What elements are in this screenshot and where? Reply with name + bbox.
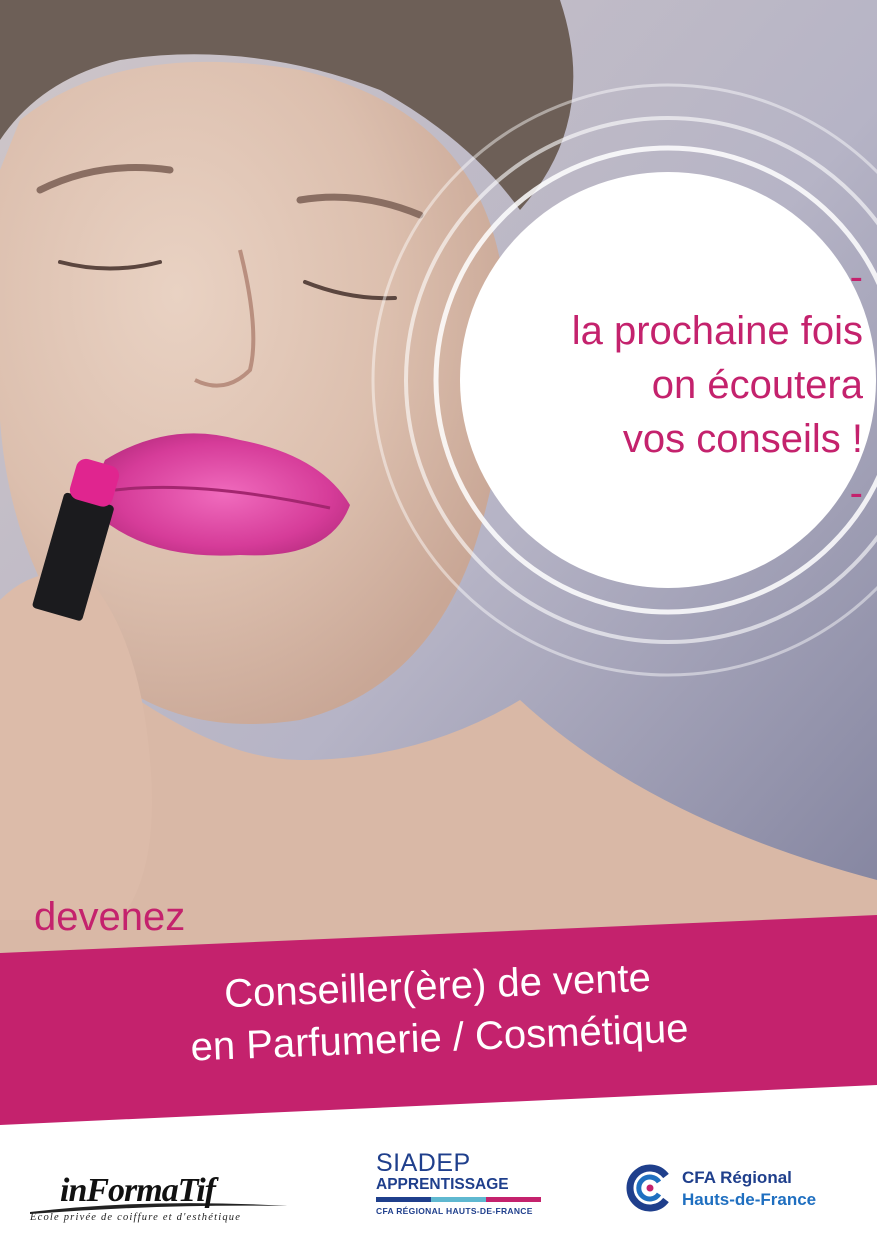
siadep-logo: SIADEP APPRENTISSAGE CFA RÉGIONAL HAUTS-…	[376, 1150, 541, 1230]
bubble-message: - la prochaine fois on écoutera vos cons…	[572, 250, 863, 520]
cfa-line-2: Hauts-de-France	[682, 1190, 817, 1209]
siadep-color-bar	[376, 1197, 541, 1202]
footer-logos: inFormaTif Ecole privée de coiffure et d…	[0, 1130, 877, 1240]
bubble-line-2: on écoutera	[651, 363, 863, 407]
informatif-tagline: Ecole privée de coiffure et d'esthétique	[30, 1212, 242, 1223]
bubble-line-3: vos conseils !	[622, 417, 863, 461]
cfa-logo: CFA Régional Hauts-de-France	[626, 1162, 856, 1222]
bubble-line-1: la prochaine fois	[571, 309, 863, 353]
siadep-small: CFA RÉGIONAL HAUTS-DE-FRANCE	[376, 1206, 533, 1216]
siadep-sub: APPRENTISSAGE	[376, 1176, 509, 1193]
cfa-line-1: CFA Régional	[682, 1168, 792, 1187]
cfa-c-logo-icon	[626, 1164, 669, 1212]
bubble-dash-bottom: -	[849, 471, 863, 515]
devenez-label: devenez	[34, 895, 186, 939]
hero-photo: - la prochaine fois on écoutera vos cons…	[0, 0, 877, 1000]
siadep-name: SIADEP	[376, 1149, 471, 1177]
informatif-logo: inFormaTif Ecole privée de coiffure et d…	[30, 1172, 310, 1232]
bubble-dash-top: -	[849, 255, 863, 299]
informatif-name: inFormaTif	[60, 1172, 216, 1209]
